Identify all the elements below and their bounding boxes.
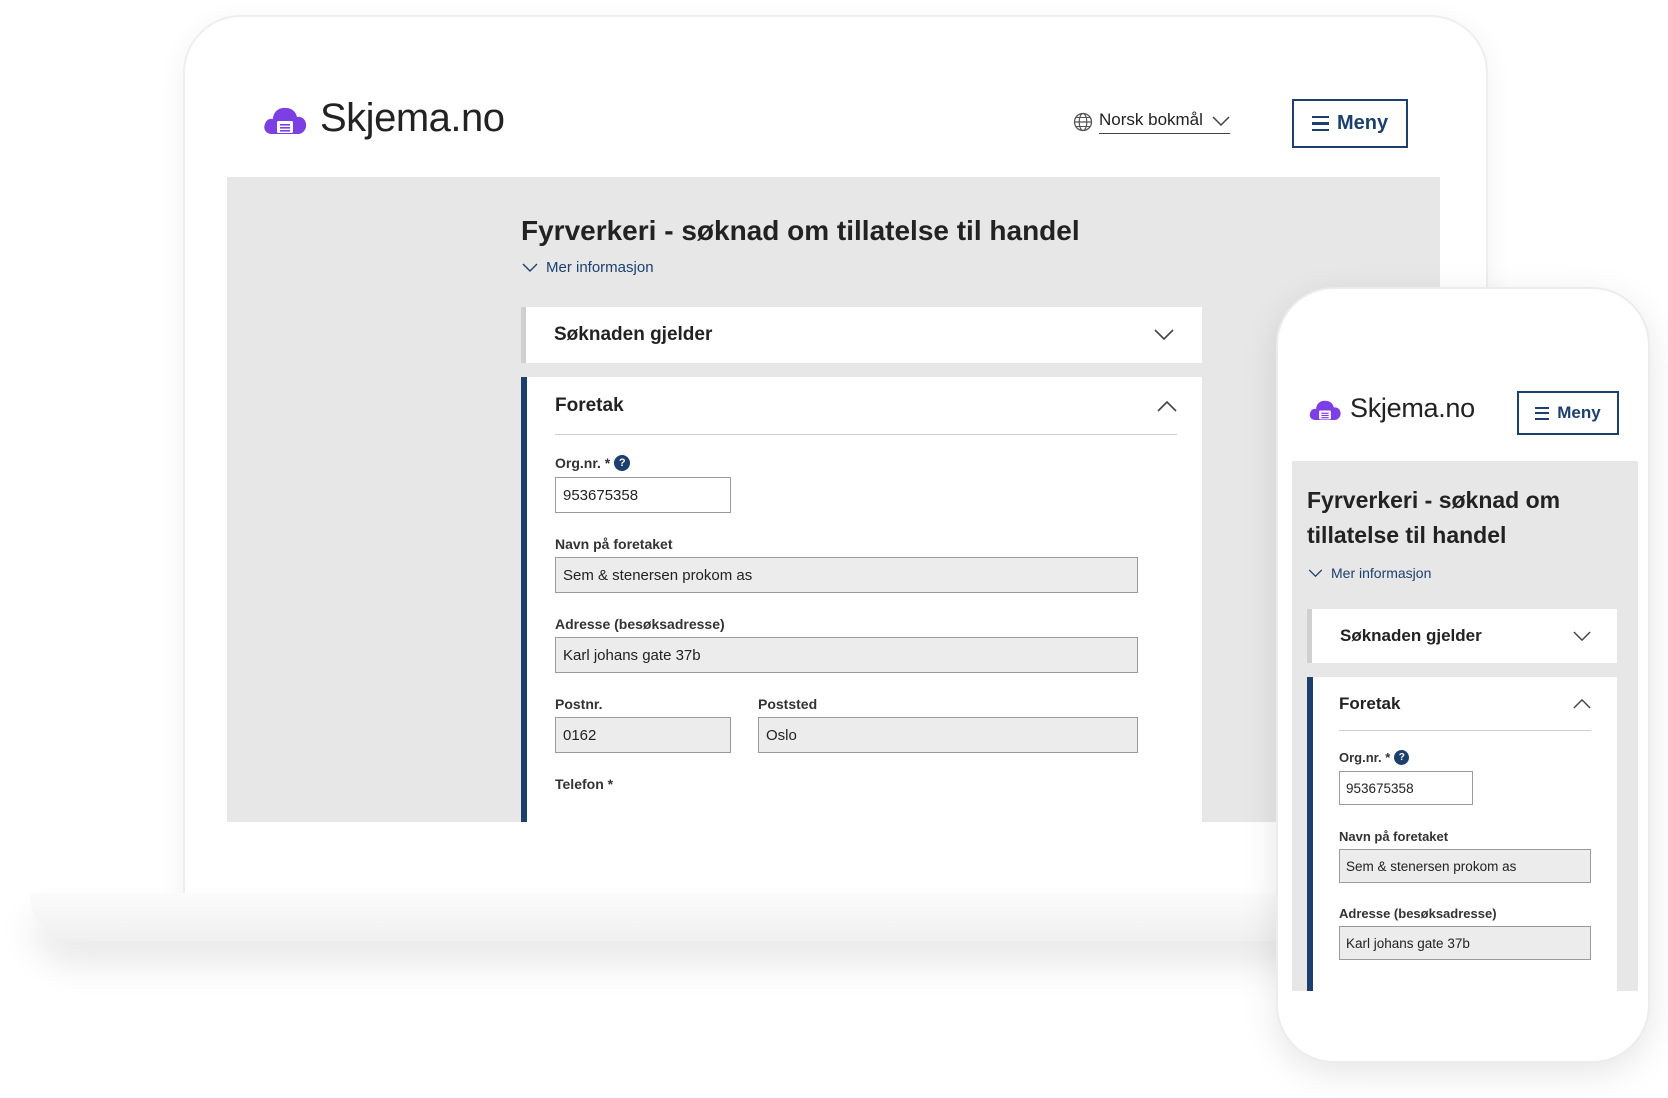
menu-button-label: Meny [1557,403,1601,422]
language-label: Norsk bokmål [1099,110,1230,134]
site-logo[interactable]: Skjema.no [262,96,505,141]
cloud-form-icon [264,107,307,134]
menu-button[interactable]: Meny [1292,99,1408,148]
help-icon[interactable]: ? [614,455,631,471]
laptop-base [30,893,1370,941]
more-info-toggle[interactable]: Mer informasjon [1308,565,1431,581]
chevron-up-icon [1573,698,1591,709]
chevron-down-icon [1154,329,1174,341]
site-logo-text: Skjema.no [320,96,505,140]
orgnr-input[interactable]: 953675358 [1339,771,1473,805]
chevron-up-icon [1157,400,1177,412]
poststed-input[interactable]: Oslo [758,717,1138,753]
section-title: Foretak [555,394,624,416]
page-title: Fyrverkeri - søknad om tillatelse til ha… [521,215,1080,246]
site-logo[interactable]: Skjema.no [1308,393,1475,424]
chevron-down-icon [1573,630,1591,641]
adresse-input[interactable]: Karl johans gate 37b [1339,926,1591,960]
hamburger-icon [1535,406,1550,420]
chevron-down-icon [1212,115,1230,126]
navn-label: Navn på foretaket [555,536,673,552]
phone-frame: Skjema.no Meny Fyrverkeri - søknad om ti… [1276,287,1650,1063]
menu-button-label: Meny [1336,112,1389,134]
more-info-label: Mer informasjon [546,259,654,276]
postnr-input[interactable]: 0162 [555,717,731,753]
section-foretak-header[interactable]: Foretak [1339,677,1591,731]
site-logo-text: Skjema.no [1350,393,1475,423]
poststed-label: Poststed [758,696,818,712]
adresse-label: Adresse (besøksadresse) [1339,906,1497,921]
section-title: Søknaden gjelder [554,324,713,345]
section-title: Foretak [1339,693,1401,713]
telefon-label: Telefon * [555,776,614,792]
navn-input[interactable]: Sem & stenersen prokom as [1339,849,1591,883]
section-foretak: Foretak Org.nr. * ? 953675358 Navn på fo… [1307,677,1617,991]
hamburger-icon [1311,115,1329,132]
menu-button[interactable]: Meny [1517,391,1619,435]
orgnr-label: Org.nr. * ? [555,455,631,471]
phone-content-area: Fyrverkeri - søknad om tillatelse til ha… [1292,461,1638,991]
section-soknaden-gjelder[interactable]: Søknaden gjelder [521,307,1202,363]
cloud-form-icon [1309,400,1341,420]
section-title: Søknaden gjelder [1340,626,1482,645]
navn-input[interactable]: Sem & stenersen prokom as [555,557,1138,593]
adresse-label: Adresse (besøksadresse) [555,616,725,632]
laptop-content-area: Fyrverkeri - søknad om tillatelse til ha… [227,177,1440,822]
globe-icon [1073,112,1093,132]
orgnr-label: Org.nr. * ? [1339,750,1410,765]
postnr-label: Postnr. [555,696,603,712]
section-soknaden-gjelder[interactable]: Søknaden gjelder [1307,609,1617,663]
section-foretak: Foretak Org.nr. * ? 953675358 Navn på fo… [521,377,1202,822]
help-icon[interactable]: ? [1394,750,1410,765]
chevron-down-icon [1308,568,1323,577]
page-title: Fyrverkeri - søknad om tillatelse til ha… [1307,487,1561,548]
more-info-label: Mer informasjon [1331,565,1432,581]
language-selector[interactable]: Norsk bokmål [1073,110,1230,134]
navn-label: Navn på foretaket [1339,829,1449,844]
orgnr-input[interactable]: 953675358 [555,477,731,513]
chevron-down-icon [522,263,538,272]
more-info-toggle[interactable]: Mer informasjon [522,259,654,276]
adresse-input[interactable]: Karl johans gate 37b [555,637,1138,673]
section-foretak-header[interactable]: Foretak [555,377,1177,435]
